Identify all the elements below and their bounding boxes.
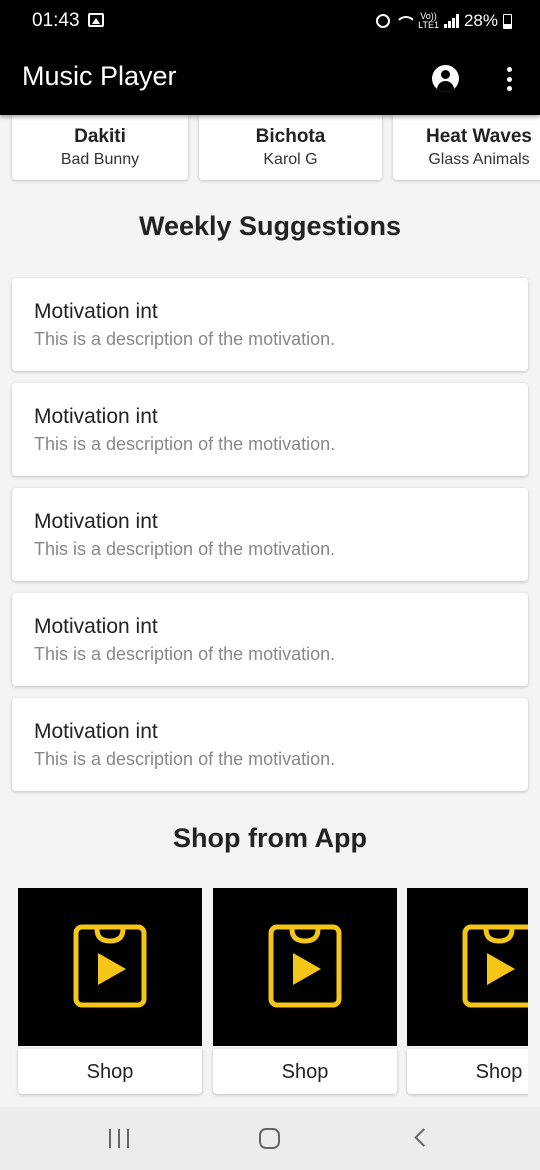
suggestion-card[interactable]: Motivation int This is a description of …: [12, 488, 528, 581]
song-card[interactable]: Bichota Karol G: [199, 115, 382, 180]
shopping-bag-play-icon: [268, 924, 342, 1008]
gallery-icon: [88, 13, 104, 27]
weekly-suggestions-heading: Weekly Suggestions: [138, 211, 402, 241]
account-circle-icon[interactable]: [432, 65, 459, 92]
song-artist: Glass Animals: [428, 151, 530, 168]
shop-button[interactable]: Shop: [213, 1049, 397, 1094]
suggestion-description: This is a description of the motivation.: [34, 329, 336, 349]
shopping-bag-play-icon: [462, 924, 528, 1008]
shop-card[interactable]: Shop: [407, 888, 528, 1095]
suggestion-title: Motivation int: [34, 300, 158, 323]
app-bar: Music Player: [0, 42, 540, 115]
suggestion-card[interactable]: Motivation int This is a description of …: [12, 698, 528, 791]
suggestion-title: Motivation int: [34, 405, 158, 428]
volte-label-bottom: LTE1: [418, 20, 439, 30]
status-time: 01:43: [32, 10, 80, 31]
suggestion-description: This is a description of the motivation.: [34, 644, 336, 664]
suggestion-title: Motivation int: [34, 510, 158, 533]
battery-icon: [503, 13, 512, 29]
suggestion-description: This is a description of the motivation.: [34, 539, 336, 559]
suggestion-card[interactable]: Motivation int This is a description of …: [12, 278, 528, 371]
shop-label: Shop: [475, 1061, 523, 1083]
suggestion-title: Motivation int: [34, 615, 158, 638]
volte-icon: Vo)) LTE1: [418, 12, 439, 30]
song-carousel[interactable]: Dakiti Bad Bunny Bichota Karol G Heat Wa…: [0, 115, 540, 185]
shop-card[interactable]: Shop: [18, 888, 202, 1095]
recents-icon[interactable]: [109, 1129, 129, 1148]
shop-image[interactable]: [213, 888, 397, 1046]
more-vert-icon[interactable]: [496, 66, 522, 92]
song-title: Bichota: [255, 126, 326, 147]
alarm-icon: [376, 14, 391, 28]
shop-label: Shop: [86, 1061, 134, 1083]
song-title: Heat Waves: [426, 126, 532, 147]
suggestion-title: Motivation int: [34, 720, 158, 743]
song-artist: Karol G: [263, 151, 318, 168]
song-card[interactable]: Heat Waves Glass Animals: [393, 115, 540, 180]
app-title: Music Player: [22, 61, 177, 91]
shop-image[interactable]: [407, 888, 528, 1046]
battery-percentage: 28%: [463, 11, 498, 30]
shop-heading: Shop from App: [173, 823, 367, 853]
song-artist: Bad Bunny: [60, 151, 140, 168]
shop-image[interactable]: [18, 888, 202, 1046]
wifi-icon: [395, 14, 414, 28]
song-card[interactable]: Dakiti Bad Bunny: [12, 115, 188, 180]
home-icon[interactable]: [259, 1128, 280, 1149]
shop-label: Shop: [281, 1061, 329, 1083]
system-nav-bar: [0, 1107, 540, 1170]
song-title: Dakiti: [74, 126, 126, 147]
shopping-bag-play-icon: [73, 924, 147, 1008]
suggestion-card[interactable]: Motivation int This is a description of …: [12, 383, 528, 476]
status-icons: Vo)) LTE1 28%: [376, 10, 512, 32]
shop-button[interactable]: Shop: [407, 1049, 528, 1094]
signal-icon: [443, 14, 459, 28]
shop-carousel[interactable]: Shop Shop Shop: [0, 888, 528, 1100]
shop-card[interactable]: Shop: [213, 888, 397, 1095]
suggestion-card[interactable]: Motivation int This is a description of …: [12, 593, 528, 686]
shop-button[interactable]: Shop: [18, 1049, 202, 1094]
suggestion-description: This is a description of the motivation.: [34, 434, 336, 454]
status-bar: 01:43 Vo)) LTE1 28%: [0, 0, 540, 42]
suggestion-description: This is a description of the motivation.: [34, 749, 336, 769]
back-icon[interactable]: [414, 1128, 433, 1147]
